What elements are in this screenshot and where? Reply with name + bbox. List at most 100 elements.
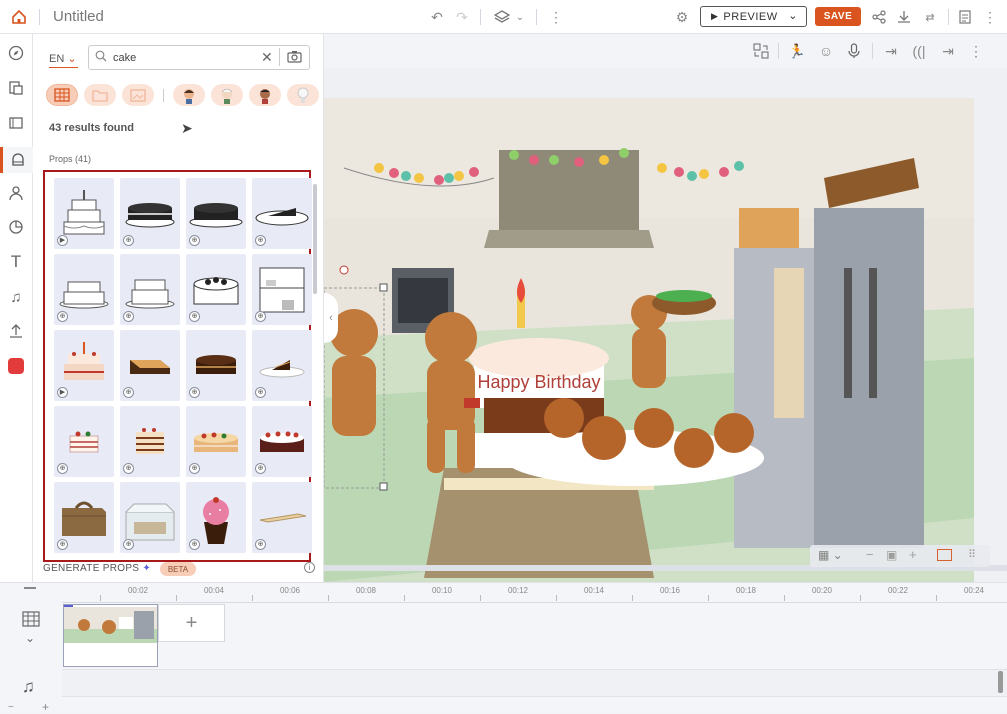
zoom-icon[interactable]: ⊕: [189, 235, 200, 246]
add-scene-button[interactable]: +: [158, 604, 225, 642]
character-icon[interactable]: [6, 183, 26, 203]
prop-item-cake-slice-plate[interactable]: ⊕: [252, 178, 312, 249]
prop-item-chocolate-cake[interactable]: ⊕: [186, 330, 246, 401]
zoom-icon[interactable]: ⊕: [189, 463, 200, 474]
zoom-icon[interactable]: ⊕: [255, 387, 266, 398]
prop-item-cake-board[interactable]: ⊕: [252, 482, 312, 553]
settings-icon[interactable]: ⚙: [672, 7, 692, 27]
prop-item-blueberry-cream-cake[interactable]: ⊕: [186, 254, 246, 325]
zoom-icon[interactable]: ⊕: [255, 235, 266, 246]
zoom-icon[interactable]: ⊕: [57, 311, 68, 322]
fit-screen-icon[interactable]: ▣: [886, 548, 897, 562]
more-vertical-icon[interactable]: ⋮: [980, 7, 1000, 27]
zoom-icon[interactable]: ⊕: [255, 539, 266, 550]
safe-area-icon[interactable]: [937, 549, 952, 561]
prop-item-cake-display-case[interactable]: ⊕: [252, 254, 312, 325]
prop-item-chocolate-cake-plate[interactable]: ⊕: [186, 178, 246, 249]
music-icon[interactable]: ♫: [6, 287, 26, 307]
filter-character-4-chip[interactable]: [287, 84, 319, 106]
prop-item-strawberry-cream-cake[interactable]: ⊕: [252, 406, 312, 477]
music-track-icon[interactable]: ♫: [22, 677, 35, 697]
compass-icon[interactable]: [6, 43, 26, 63]
transition-icon[interactable]: ((|: [909, 41, 929, 61]
zoom-in-icon[interactable]: +: [909, 547, 917, 562]
prop-item-sliced-chocolate-cake[interactable]: ⊕: [120, 178, 180, 249]
undo-icon[interactable]: ↶: [427, 7, 447, 27]
zoom-icon[interactable]: ⊕: [123, 235, 134, 246]
stage-area[interactable]: Happy Birthday ‹: [324, 68, 1007, 582]
zoom-icon[interactable]: ⊕: [189, 539, 200, 550]
templates-icon[interactable]: [6, 78, 26, 98]
scene-track-icon[interactable]: [22, 611, 40, 632]
zoom-icon[interactable]: ⊕: [189, 311, 200, 322]
chevron-down-icon[interactable]: ⌄: [25, 631, 35, 645]
collapse-timeline-icon[interactable]: [24, 587, 36, 589]
more-vertical-icon[interactable]: ⋮: [546, 7, 566, 27]
prop-item-cake-display-box[interactable]: ⊕: [120, 482, 180, 553]
home-icon[interactable]: [9, 7, 29, 27]
zoom-icon[interactable]: ⊕: [123, 463, 134, 474]
motion-icon[interactable]: 🏃: [787, 41, 807, 61]
timeline-zoom-out-icon[interactable]: −: [8, 702, 14, 713]
info-icon[interactable]: i: [304, 562, 315, 573]
filter-character-3-chip[interactable]: [249, 84, 281, 106]
zoom-icon[interactable]: ⊕: [189, 387, 200, 398]
enter-effect-icon[interactable]: ⇥: [881, 41, 901, 61]
zoom-out-icon[interactable]: −: [866, 547, 874, 562]
upload-icon[interactable]: [6, 321, 26, 341]
zoom-icon[interactable]: ⊕: [255, 311, 266, 322]
grid-icon[interactable]: ▦ ⌄: [818, 548, 843, 562]
share-icon[interactable]: [869, 7, 889, 27]
filter-character-2-chip[interactable]: [211, 84, 243, 106]
props-icon[interactable]: [0, 147, 33, 173]
play-icon[interactable]: ▶: [57, 387, 68, 398]
prop-item-cake-slice-plate[interactable]: ⊕: [252, 330, 312, 401]
translate-icon[interactable]: ⇄: [920, 7, 940, 27]
exit-effect-icon[interactable]: ⇥: [938, 41, 958, 61]
layers-icon[interactable]: [492, 7, 512, 27]
zoom-icon[interactable]: ⊕: [123, 539, 134, 550]
zoom-icon[interactable]: ⊕: [255, 463, 266, 474]
microphone-icon[interactable]: [844, 41, 864, 61]
save-button[interactable]: SAVE: [815, 7, 861, 26]
search-input[interactable]: [113, 50, 263, 65]
zoom-icon[interactable]: ⊕: [57, 463, 68, 474]
scenes-icon[interactable]: [6, 113, 26, 133]
generate-props-button[interactable]: GENERATE PROPS ✦: [43, 563, 151, 574]
swap-icon[interactable]: [751, 41, 771, 61]
scene-canvas[interactable]: Happy Birthday: [324, 98, 974, 582]
audio-track[interactable]: [62, 669, 1007, 697]
language-select[interactable]: EN ⌄: [49, 52, 78, 68]
zoom-icon[interactable]: ⊕: [57, 539, 68, 550]
search-box[interactable]: ✕: [88, 45, 310, 70]
scene-thumbnail[interactable]: 1: [63, 604, 158, 667]
expression-icon[interactable]: ☺: [816, 41, 836, 61]
zoom-icon[interactable]: ⊕: [123, 387, 134, 398]
prop-item-tiered-birthday-cake-sketch[interactable]: ▶: [54, 178, 114, 249]
prop-item-cake-slice[interactable]: ⊕: [120, 330, 180, 401]
project-title[interactable]: Untitled: [53, 8, 104, 25]
clear-icon[interactable]: ✕: [261, 49, 273, 66]
layout-grid-icon[interactable]: ⠿: [968, 548, 976, 561]
plugin-icon[interactable]: [6, 356, 26, 376]
chevron-down-icon[interactable]: ⌄: [510, 7, 530, 27]
filter-image-chip[interactable]: [122, 84, 154, 106]
notes-icon[interactable]: [955, 7, 975, 27]
prop-item-pink-cupcake[interactable]: ⊕: [186, 482, 246, 553]
panel-scrollbar[interactable]: [313, 184, 317, 294]
time-ruler[interactable]: 00:02 00:04 00:06 00:08 00:10 00:12 00:1…: [62, 583, 1007, 603]
redo-icon[interactable]: ↷: [452, 7, 472, 27]
preview-button[interactable]: ▶ PREVIEW ⌄: [700, 6, 807, 27]
prop-item-layered-cake-sketch[interactable]: ⊕: [120, 254, 180, 325]
filter-props-chip[interactable]: [46, 84, 78, 106]
text-icon[interactable]: T: [6, 252, 26, 272]
filter-folder-chip[interactable]: [84, 84, 116, 106]
zoom-icon[interactable]: ⊕: [123, 311, 134, 322]
prop-item-layer-cake[interactable]: ⊕: [120, 406, 180, 477]
camera-icon[interactable]: [287, 50, 302, 68]
more-vertical-icon[interactable]: ⋮: [966, 41, 986, 61]
prop-item-cherry-layer-cake[interactable]: ⊕: [54, 406, 114, 477]
timeline-v-scrollbar[interactable]: [998, 671, 1003, 693]
collapse-panel-button[interactable]: ‹: [324, 293, 338, 343]
prop-item-fruit-tart-cake[interactable]: ⊕: [186, 406, 246, 477]
